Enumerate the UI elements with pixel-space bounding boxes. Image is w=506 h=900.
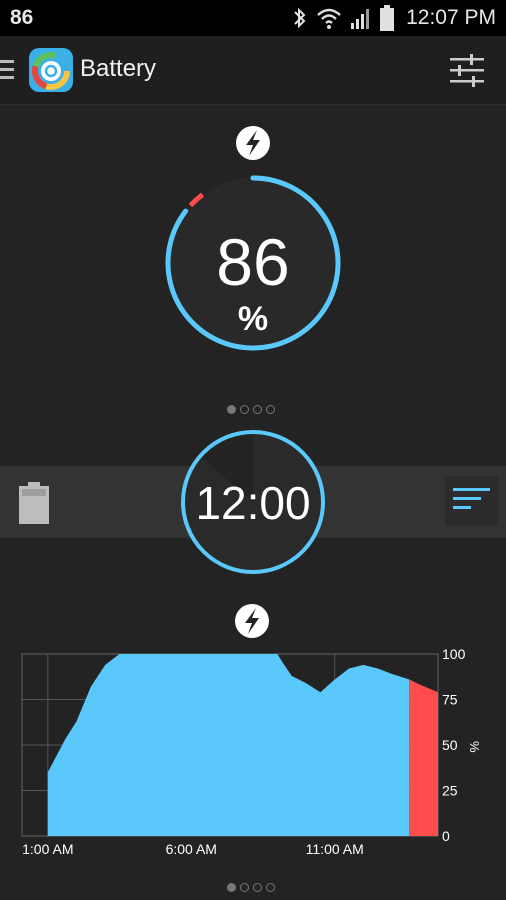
wifi-icon <box>317 8 341 29</box>
battery-level-area <box>47 654 410 836</box>
list-view-button[interactable] <box>445 476 498 526</box>
page-dot[interactable] <box>240 883 249 892</box>
page-indicator-bottom[interactable] <box>227 883 275 892</box>
battery-history-chart: 100 75 50 25 0 1:00 AM 6:00 AM 11:00 AM % <box>21 646 482 857</box>
status-time: 12:07 PM <box>406 6 496 29</box>
battery-percentage: 86 <box>216 225 290 299</box>
page-dot[interactable] <box>253 405 262 414</box>
x-tick-label: 6:00 AM <box>166 841 217 857</box>
page-indicator-top[interactable] <box>227 405 275 414</box>
clock-time: 12:00 <box>195 477 311 529</box>
page-dot[interactable] <box>253 883 262 892</box>
y-tick-label: 0 <box>442 828 450 844</box>
status-battery-level: 86 <box>10 6 34 29</box>
y-tick-label: 25 <box>442 783 458 799</box>
menu-icon[interactable] <box>0 58 16 82</box>
page-dot[interactable] <box>266 883 275 892</box>
action-bar: Battery <box>0 36 506 105</box>
discharge-area <box>409 679 438 836</box>
app-icon[interactable] <box>28 47 74 93</box>
status-bar: 86 12:07 PM <box>0 0 506 36</box>
page-dot[interactable] <box>227 405 236 414</box>
lightning-icon <box>235 604 269 638</box>
signal-icon <box>351 9 370 29</box>
list-view-icon <box>453 488 490 509</box>
lightning-icon <box>236 126 270 160</box>
y-axis-label: % <box>467 741 482 753</box>
x-tick-label: 11:00 AM <box>306 841 364 857</box>
settings-sliders-icon[interactable] <box>448 52 486 88</box>
y-tick-label: 50 <box>442 737 458 753</box>
battery-status-icon <box>380 5 395 31</box>
x-tick-label: 1:00 AM <box>22 841 73 857</box>
bluetooth-icon <box>294 7 306 29</box>
app-title: Battery <box>80 55 157 82</box>
y-tick-label: 100 <box>442 646 466 662</box>
percent-unit: % <box>237 300 269 338</box>
status-icons: 12:07 PM <box>292 5 496 31</box>
page-dot[interactable] <box>227 883 236 892</box>
y-tick-label: 75 <box>442 692 458 708</box>
page-dot[interactable] <box>266 405 275 414</box>
page-dot[interactable] <box>240 405 249 414</box>
